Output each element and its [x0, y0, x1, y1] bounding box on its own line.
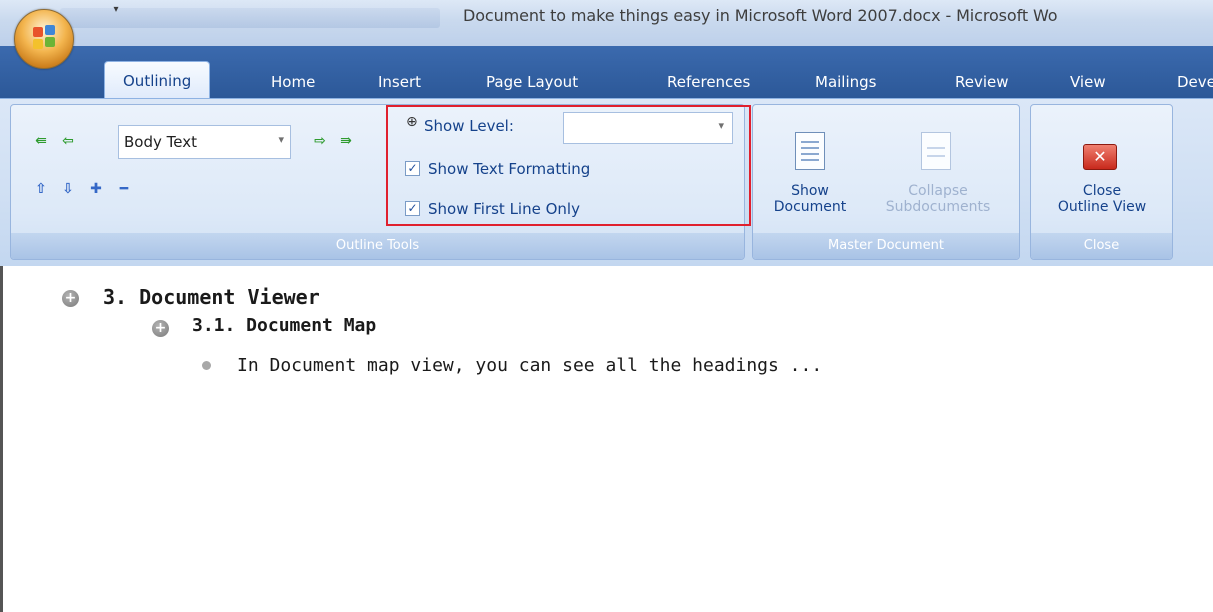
demote-icon[interactable]: ⇨	[309, 130, 331, 152]
show-document-button[interactable]: Show Document	[762, 183, 858, 215]
document-area[interactable]	[0, 266, 1213, 612]
expand-plus-icon[interactable]: +	[152, 320, 169, 337]
tab-page-layout[interactable]: Page Layout	[486, 73, 578, 91]
collapse-subdocuments-button: Collapse Subdocuments	[885, 183, 991, 215]
tab-insert[interactable]: Insert	[378, 73, 421, 91]
collapse-subdocuments-icon	[921, 132, 951, 170]
office-button[interactable]	[14, 9, 74, 69]
outline-level-combo[interactable]: Body Text ▾	[118, 125, 291, 159]
show-document-icon[interactable]	[795, 132, 825, 170]
outline-level-value: Body Text	[124, 133, 197, 151]
close-icon[interactable]: ✕	[1083, 144, 1117, 170]
highlight-box	[386, 105, 751, 226]
move-up-icon[interactable]: ⇧	[30, 178, 52, 200]
tab-mailings[interactable]: Mailings	[815, 73, 876, 91]
window-title: Document to make things easy in Microsof…	[463, 6, 1058, 25]
promote-to-heading-1-icon[interactable]: ⇚	[30, 130, 52, 152]
close-outline-view-button[interactable]: Close Outline View	[1035, 183, 1169, 215]
close-group: Close	[1030, 104, 1173, 260]
expand-plus-icon[interactable]: +	[62, 290, 79, 307]
tab-view[interactable]: View	[1070, 73, 1106, 91]
expand-icon[interactable]: ✚	[85, 178, 107, 200]
collapse-icon[interactable]: ━	[113, 178, 135, 200]
tab-references[interactable]: References	[667, 73, 750, 91]
promote-icon[interactable]: ⇦	[57, 130, 79, 152]
tab-home[interactable]: Home	[271, 73, 315, 91]
office-logo-icon	[33, 25, 57, 53]
customize-quick-access-dropdown-icon[interactable]: ▾	[108, 4, 124, 22]
title-bar: ▾ Document to make things easy in Micros…	[0, 0, 1213, 47]
tab-review[interactable]: Review	[955, 73, 1009, 91]
outline-body-text[interactable]: In Document map view, you can see all th…	[237, 355, 822, 376]
tab-outlining[interactable]: Outlining	[104, 61, 211, 99]
outline-heading-1[interactable]: 3. Document Viewer	[103, 285, 320, 309]
outline-tools-label: Outline Tools	[11, 233, 744, 259]
master-document-label: Master Document	[753, 233, 1019, 259]
chevron-down-icon: ▾	[278, 133, 284, 146]
tab-developer[interactable]: Deve	[1177, 73, 1213, 91]
master-document-group: Master Document	[752, 104, 1020, 260]
body-text-bullet-icon	[202, 361, 211, 370]
move-down-icon[interactable]: ⇩	[57, 178, 79, 200]
close-group-label: Close	[1031, 233, 1172, 259]
demote-to-body-text-icon[interactable]: ⇛	[335, 130, 357, 152]
outline-heading-2[interactable]: 3.1. Document Map	[192, 315, 376, 336]
